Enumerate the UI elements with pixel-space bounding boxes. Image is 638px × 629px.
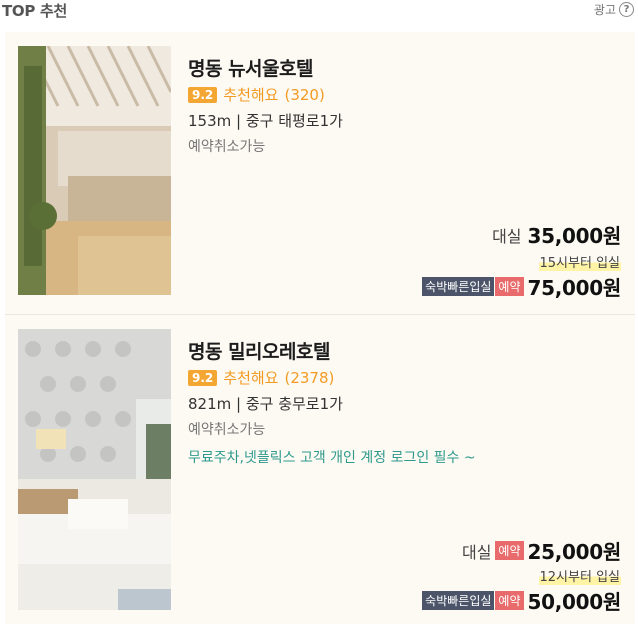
hotel-card[interactable]: 명동 뉴서울호텔 9.2 추천해요 (320) 153m | 중구 태평로1가 … (5, 32, 635, 314)
ad-label: 광고 (593, 3, 616, 17)
stay-price: 50,000원 (527, 590, 622, 614)
ad-info[interactable]: 광고 ? (594, 1, 634, 18)
day-use-row: 대실 35,000원 (492, 220, 621, 249)
hotel-location: 153m | 중구 태평로1가 (188, 112, 343, 130)
hotel-name[interactable]: 명동 뉴서울호텔 (188, 54, 313, 81)
day-use-row: 대실 예약 25,000원 (462, 536, 621, 565)
fast-checkin-badge: 숙박빠른입실 (422, 591, 495, 610)
day-use-price: 35,000원 (527, 224, 622, 248)
stay-row: 숙박빠른입실 예약 50,000원 (422, 586, 621, 615)
checkin-row: 12시부터 입실 (538, 566, 621, 585)
promo-text: 무료주차,넷플릭스 고객 개인 계정 로그인 필수 ~ (188, 450, 476, 466)
hotel-location: 821m | 중구 충무로1가 (188, 395, 343, 413)
lobby-photo (18, 46, 171, 295)
reserve-badge: 예약 (495, 277, 524, 296)
checkin-time: 15시부터 입실 (538, 252, 621, 271)
day-use-label: 대실 (492, 226, 522, 246)
stay-price: 75,000원 (527, 276, 622, 300)
day-reserve-badge: 예약 (495, 541, 524, 560)
fast-checkin-badge: 숙박빠른입실 (422, 277, 495, 296)
hotel-thumbnail[interactable] (18, 329, 171, 610)
room-photo (18, 329, 171, 610)
review-count: (320) (284, 85, 325, 104)
checkin-row: 15시부터 입실 (538, 252, 621, 271)
rating-row: 9.2 추천해요 (320) (188, 84, 325, 105)
hotel-thumbnail[interactable] (18, 46, 171, 295)
checkin-time: 12시부터 입실 (538, 566, 621, 585)
rating-row: 9.2 추천해요 (2378) (188, 367, 334, 388)
day-use-label: 대실 (461, 542, 492, 562)
reserve-badge: 예약 (495, 591, 524, 610)
score-badge: 9.2 (188, 86, 218, 103)
rating-text: 추천해요 (223, 369, 279, 387)
review-count: (2378) (284, 368, 335, 387)
section-header: TOP 추천 광고 ? (0, 0, 638, 24)
hotel-card[interactable]: 명동 밀리오레호텔 9.2 추천해요 (2378) 821m | 중구 충무로1… (5, 314, 635, 624)
day-use-price: 25,000원 (527, 540, 622, 564)
stay-row: 숙박빠른입실 예약 75,000원 (422, 272, 621, 301)
section-title: TOP 추천 (2, 2, 67, 20)
cancel-policy: 예약취소가능 (188, 139, 266, 155)
help-circle-icon[interactable]: ? (619, 2, 634, 17)
score-badge: 9.2 (188, 369, 218, 386)
hotel-name[interactable]: 명동 밀리오레호텔 (188, 337, 330, 364)
rating-text: 추천해요 (223, 86, 279, 104)
cancel-policy: 예약취소가능 (188, 422, 266, 438)
